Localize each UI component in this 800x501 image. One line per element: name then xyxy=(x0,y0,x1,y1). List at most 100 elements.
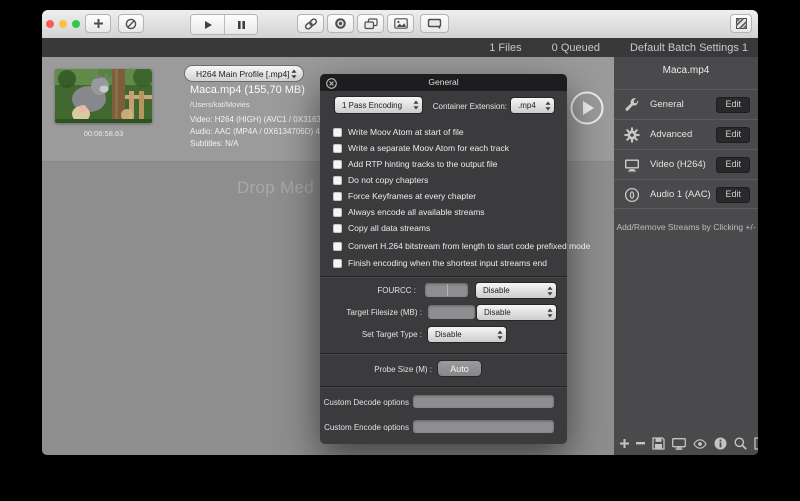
checkbox-label: Finish encoding when the shortest input … xyxy=(348,258,547,268)
checkbox-row: Finish encoding when the shortest input … xyxy=(333,258,547,268)
toolbar xyxy=(42,10,758,39)
target-filesize-field[interactable] xyxy=(428,305,475,319)
log-file-button[interactable] xyxy=(754,437,758,450)
set-target-type-label: Set Target Type : xyxy=(320,330,422,339)
encoding-pass-select[interactable]: 1 Pass Encoding xyxy=(335,97,422,113)
checkbox-row: Copy all data streams xyxy=(333,223,430,233)
custom-encode-field[interactable] xyxy=(413,420,554,433)
chat-icon xyxy=(427,18,442,30)
close-window-button[interactable] xyxy=(46,20,54,28)
panel-titlebar: General xyxy=(320,74,567,91)
divider xyxy=(320,276,567,277)
drop-media-hint: Drop Med xyxy=(237,178,314,198)
batch-settings[interactable]: Default Batch Settings 1 xyxy=(630,42,748,54)
eye-icon xyxy=(693,439,707,449)
preview-image-button[interactable] xyxy=(387,14,414,33)
log-console-button[interactable] xyxy=(420,14,449,33)
record-button[interactable] xyxy=(327,14,354,33)
app-window: 1 Files 0 Queued Default Batch Settings … xyxy=(42,10,758,455)
plus-icon xyxy=(93,18,104,29)
chevron-updown-icon xyxy=(547,286,553,296)
fourcc-select-value: Disable xyxy=(483,286,510,295)
probe-size-label: Probe Size (M) : xyxy=(320,365,432,374)
save-button[interactable] xyxy=(652,437,665,450)
preset-select-value: H264 Main Profile [.mp4] xyxy=(196,69,290,79)
chevron-updown-icon xyxy=(545,101,551,111)
edit-video-button[interactable]: Edit xyxy=(716,157,750,173)
checkbox[interactable] xyxy=(333,160,342,169)
set-target-type-value: Disable xyxy=(435,330,462,339)
stream-sidebar: Maca.mp4 General Edit Advanced Edit xyxy=(614,57,758,455)
remove-icon xyxy=(636,442,645,445)
sidebar-bottom-toolbar xyxy=(620,437,758,450)
preview-play-button[interactable] xyxy=(569,90,605,126)
checkbox[interactable] xyxy=(333,208,342,217)
preset-select[interactable]: H264 Main Profile [.mp4] xyxy=(185,66,303,81)
add-file-button[interactable] xyxy=(85,14,111,33)
checkbox-row: Always encode all available streams xyxy=(333,207,485,217)
search-icon xyxy=(734,437,747,450)
custom-decode-field[interactable] xyxy=(413,395,554,408)
inspect-button[interactable] xyxy=(734,437,747,450)
checkbox[interactable] xyxy=(333,128,342,137)
sidebar-item-video[interactable]: Video (H264) Edit xyxy=(614,149,758,179)
checkbox-label: Convert H.264 bitstream from length to s… xyxy=(348,241,590,251)
custom-decode-label: Custom Decode options xyxy=(320,398,409,407)
link-button[interactable] xyxy=(297,14,324,33)
checkbox[interactable] xyxy=(333,192,342,201)
fourcc-field[interactable] xyxy=(425,283,468,297)
display-icon xyxy=(672,438,686,450)
preview-display-button[interactable] xyxy=(672,438,686,450)
checkbox[interactable] xyxy=(333,259,342,268)
sidebar-item-label: General xyxy=(650,99,684,110)
cancel-button[interactable] xyxy=(118,14,144,33)
target-filesize-select[interactable]: Disable xyxy=(477,305,556,320)
edit-audio-button[interactable]: Edit xyxy=(716,187,750,203)
container-extension-select[interactable]: .mp4 xyxy=(511,98,554,113)
play-icon xyxy=(203,20,213,30)
start-encoding-button[interactable] xyxy=(191,15,224,34)
checkbox[interactable] xyxy=(333,224,342,233)
sidebar-item-general[interactable]: General Edit xyxy=(614,89,758,119)
container-extension-value: .mp4 xyxy=(518,101,536,110)
set-target-type-select[interactable]: Disable xyxy=(428,327,506,342)
toggle-pattern-button[interactable] xyxy=(730,14,752,33)
checkbox-label: Do not copy chapters xyxy=(348,175,428,185)
add-stream-button[interactable] xyxy=(620,439,629,448)
fourcc-select[interactable]: Disable xyxy=(476,283,556,298)
prohibit-icon xyxy=(125,18,137,30)
checkbox-row: Write a separate Moov Atom for each trac… xyxy=(333,143,509,153)
pause-encoding-button[interactable] xyxy=(224,15,257,34)
video-thumbnail xyxy=(55,69,152,123)
target-filesize-select-value: Disable xyxy=(484,308,511,317)
checkbox-label: Write a separate Moov Atom for each trac… xyxy=(348,143,509,153)
image-icon xyxy=(394,18,408,29)
sidebar-file-title: Maca.mp4 xyxy=(614,65,758,76)
encoding-pass-value: 1 Pass Encoding xyxy=(342,101,402,110)
sidebar-item-advanced[interactable]: Advanced Edit xyxy=(614,119,758,149)
checkbox[interactable] xyxy=(333,176,342,185)
remove-stream-button[interactable] xyxy=(636,442,645,445)
file-name-size: Maca.mp4 (155,70 MB) xyxy=(190,84,305,96)
info-button[interactable] xyxy=(714,437,727,450)
files-count: 1 Files xyxy=(489,42,521,54)
duplicate-button[interactable] xyxy=(357,14,384,33)
checkbox[interactable] xyxy=(333,242,342,251)
divider xyxy=(320,353,567,354)
probe-size-auto-button[interactable]: Auto xyxy=(438,361,481,376)
pause-icon xyxy=(237,20,246,30)
checkbox-label: Always encode all available streams xyxy=(348,207,485,217)
watch-button[interactable] xyxy=(693,439,707,449)
add-remove-streams-hint: Add/Remove Streams by Clicking +/- xyxy=(614,222,758,232)
pattern-icon xyxy=(736,18,747,29)
zoom-window-button[interactable] xyxy=(72,20,80,28)
checkbox[interactable] xyxy=(333,144,342,153)
target-filesize-label: Target Filesize (MB) : xyxy=(320,308,422,317)
edit-general-button[interactable]: Edit xyxy=(716,97,750,113)
edit-advanced-button[interactable]: Edit xyxy=(716,127,750,143)
checkbox-row: Do not copy chapters xyxy=(333,175,428,185)
checkbox-label: Copy all data streams xyxy=(348,223,430,233)
checkbox-label: Write Moov Atom at start of file xyxy=(348,127,464,137)
minimize-window-button[interactable] xyxy=(59,20,67,28)
sidebar-item-audio[interactable]: Audio 1 (AAC) Edit xyxy=(614,179,758,209)
